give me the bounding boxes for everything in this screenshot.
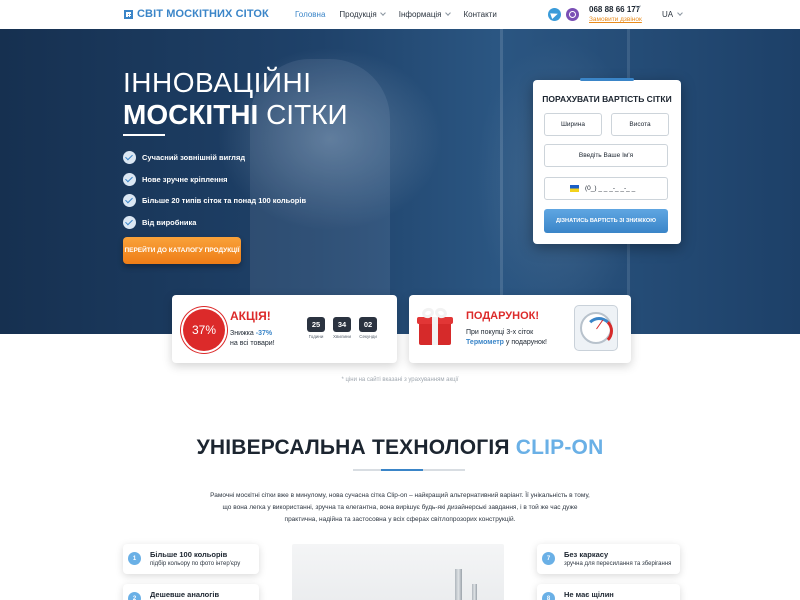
discount-badge: 37% [183, 309, 225, 351]
nav-info[interactable]: Інформація [398, 10, 451, 19]
check-icon [123, 194, 136, 208]
hero-bullet: Від виробника [123, 212, 306, 233]
sale-text-post: на всі товари! [230, 340, 275, 347]
name-input[interactable]: Введіть Ваше Ім'я [544, 144, 668, 167]
hero-bullet: Більше 20 типів сіток та понад 100 кольо… [123, 190, 306, 211]
nav-home[interactable]: Головна [295, 10, 325, 19]
gift-text-post: у подарунок! [503, 339, 547, 346]
sale-text-pre: Знижка [230, 330, 256, 337]
main-nav: Головна Продукція Інформація Контакти [295, 10, 511, 19]
language-label: UA [662, 10, 674, 19]
timer-value: 25 [307, 317, 325, 332]
section-divider [353, 469, 465, 471]
sale-card: 37% АКЦІЯ! Знижка -37% на всі товари! 25 Г… [172, 295, 397, 363]
feature-card: 1 Більше 100 кольорів підбір кольору по … [123, 544, 259, 574]
hero-title-underline [123, 134, 165, 136]
gift-text: При покупці 3-х сіток Термометр у подарун… [466, 328, 561, 348]
feature-title: Без каркасу [564, 550, 609, 559]
feature-subtitle: підбір кольору по фото інтер'єру [150, 561, 241, 567]
phone-input-placeholder: (0_) _ _ _-_ _-_ _ [585, 185, 636, 192]
timer-seconds: 02 Секунди [359, 317, 378, 339]
get-price-button[interactable]: ДІЗНАТИСЬ ВАРТІСТЬ ЗІ ЗНИЖКОЮ [544, 209, 668, 233]
hero-bullet-text: Сучасний зовнішній вигляд [142, 153, 246, 162]
catalog-button[interactable]: ПЕРЕЙТИ ДО КАТАЛОГУ ПРОДУКЦІЇ [123, 237, 241, 264]
gift-text-highlight: Термометр [466, 339, 504, 346]
countdown-timer: 25 Години 34 Хвилини 02 Секунди [307, 317, 378, 339]
site-header: СВІТ МОСКІТНИХ СІТОК Головна Продукція І… [0, 0, 800, 29]
hero-bullet-text: Більше 20 типів сіток та понад 100 кольо… [142, 196, 307, 206]
ukraine-flag-icon [570, 185, 579, 192]
feature-number: 2 [128, 592, 141, 600]
chevron-down-icon [677, 10, 683, 16]
sale-title: АКЦІЯ! [230, 309, 271, 323]
nav-info-label: Інформація [398, 10, 442, 19]
feature-card: 8 Не має щілин [537, 584, 680, 600]
gift-text-pre: При покупці 3-х сіток [466, 329, 534, 336]
nav-home-label: Головна [295, 10, 326, 19]
feature-card: 7 Без каркасу зручна для пересилання та … [537, 544, 680, 574]
hero-title-rest: СІТКИ [258, 99, 348, 130]
price-note: * ціни на сайті вказані з урахуванням ак… [341, 377, 459, 383]
feature-title: Більше 100 кольорів [150, 550, 228, 559]
timer-hours: 25 Години [307, 317, 325, 339]
hero-title-bold: МОСКІТНІ [123, 99, 259, 130]
thermometer-icon [574, 305, 618, 351]
gift-card: ПОДАРУНОК! При покупці 3-х сіток Термомет… [409, 295, 631, 363]
hero-bullet: Сучасний зовнішній вигляд [123, 147, 306, 168]
hero-bullet-text: Від виробника [142, 217, 197, 227]
logo[interactable]: СВІТ МОСКІТНИХ СІТОК [124, 8, 269, 20]
nav-products-label: Продукція [339, 10, 377, 19]
timer-value: 02 [359, 317, 378, 332]
section-description: Рамочні москітні сітки вже в минулому, н… [210, 492, 590, 523]
timer-label: Хвилини [333, 334, 352, 339]
hero-bullet-text: Нове зручне кріплення [142, 174, 228, 184]
gift-title: ПОДАРУНОК! [466, 310, 540, 322]
feature-number: 8 [542, 592, 555, 600]
logo-text: СВІТ МОСКІТНИХ СІТОК [137, 8, 269, 20]
calc-accent-bar [580, 78, 634, 81]
timer-label: Секунди [359, 334, 377, 339]
check-icon [123, 215, 136, 229]
feature-number: 7 [542, 552, 555, 565]
section-title-blue: CLIP-ON [515, 436, 604, 459]
feature-number: 1 [128, 552, 141, 565]
check-icon [123, 151, 136, 164]
section-title-dark: УНІВЕРСАЛЬНА ТЕХНОЛОГІЯ [196, 436, 516, 459]
language-selector[interactable]: UA [662, 10, 683, 19]
hero-title-line1: ІННОВАЦІЙНІ [123, 67, 312, 98]
chevron-down-icon [444, 10, 451, 16]
nav-contacts-label: Контакти [463, 10, 497, 19]
height-input[interactable]: Висота [611, 113, 669, 136]
hero-title-line2: МОСКІТНІ СІТКИ [123, 99, 348, 131]
feature-subtitle: зручна для пересилання та зберігання [564, 561, 672, 567]
nav-contacts[interactable]: Контакти [464, 10, 497, 19]
phone-input[interactable]: (0_) _ _ _-_ _-_ _ [544, 177, 668, 200]
feature-title: Не має щілин [564, 590, 614, 599]
logo-icon [124, 9, 133, 19]
chevron-down-icon [379, 10, 386, 16]
callback-link[interactable]: Замовити дзвінок [589, 16, 642, 23]
timer-value: 34 [333, 317, 352, 332]
price-calculator-form: ПОРАХУВАТИ ВАРТІСТЬ СІТКИ Ширина Висота … [533, 80, 681, 244]
feature-card: 2 Дешевше аналогів [123, 584, 259, 600]
hero-bullet: Нове зручне кріплення [123, 169, 306, 190]
section-title: УНІВЕРСАЛЬНА ТЕХНОЛОГІЯ CLIP-ON [0, 436, 800, 460]
nav-products[interactable]: Продукція [339, 10, 386, 19]
telegram-icon[interactable] [548, 8, 561, 21]
sale-text: Знижка -37% на всі товари! [230, 329, 310, 349]
viber-icon[interactable] [566, 8, 579, 21]
phone-number[interactable]: 068 88 66 177 [589, 5, 640, 14]
feature-title: Дешевше аналогів [150, 590, 220, 599]
timer-label: Години [308, 334, 324, 339]
timer-minutes: 34 Хвилини [333, 317, 351, 339]
sale-text-highlight: -37% [255, 330, 273, 337]
gift-box-icon [417, 306, 454, 347]
hero-bullets: Сучасний зовнішній вигляд Нове зручне кр… [123, 147, 306, 233]
product-image [292, 544, 504, 600]
width-input[interactable]: Ширина [544, 113, 602, 136]
check-icon [123, 172, 136, 186]
calc-title: ПОРАХУВАТИ ВАРТІСТЬ СІТКИ [542, 94, 672, 104]
